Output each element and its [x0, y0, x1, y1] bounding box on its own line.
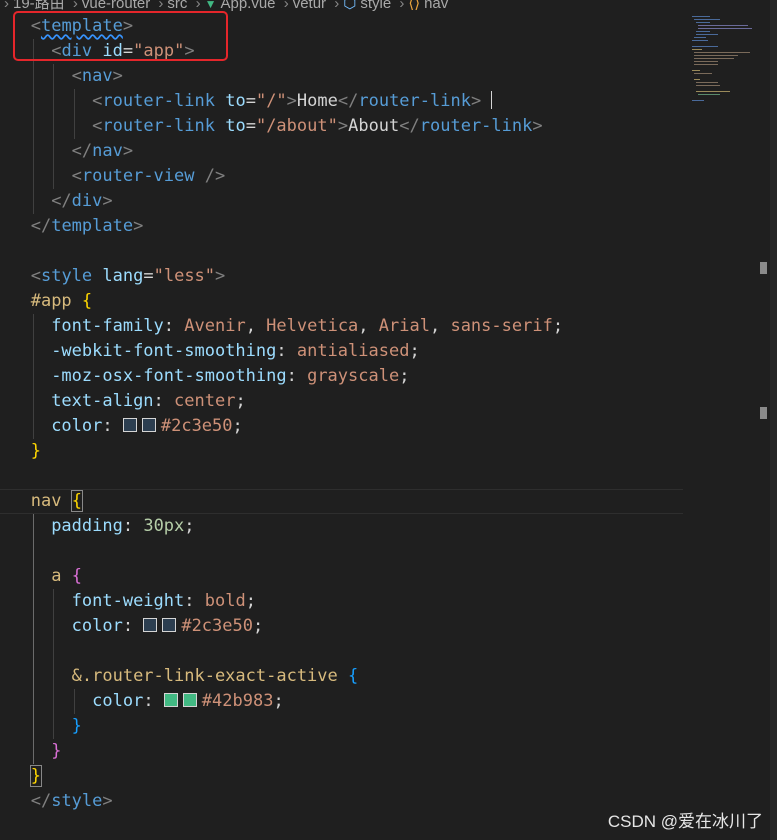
minimap[interactable]	[688, 14, 756, 104]
code-line: &.router-link-exact-active {	[71, 666, 359, 686]
code-line: -moz-osx-font-smoothing: grayscale;	[51, 366, 410, 386]
code-line: #app {	[30, 291, 93, 311]
chevron-right-icon: ›	[283, 0, 289, 12]
code-line: </div>	[51, 191, 113, 211]
cube-icon: ⬡	[343, 0, 357, 12]
chevron-right-icon: ›	[4, 0, 9, 12]
text-cursor	[491, 91, 493, 109]
code-editor[interactable]: <template> <div id="app"> <nav> <router-…	[0, 14, 690, 840]
code-line: <router-link to="/">Home</router-link>	[0, 89, 690, 114]
code-line: -webkit-font-smoothing: antialiased;	[51, 341, 420, 361]
code-line: font-weight: bold;	[71, 591, 256, 611]
code-line: </style>	[30, 791, 113, 811]
code-line: a {	[51, 566, 82, 586]
red-annotation-box	[13, 11, 228, 61]
code-line: color: #42b983;	[92, 691, 284, 711]
code-line: }	[30, 441, 41, 461]
code-line: color: #2c3e50;	[51, 416, 243, 436]
scrollbar-marker	[760, 407, 767, 419]
code-line: }	[71, 716, 82, 736]
color-swatch[interactable]	[141, 418, 156, 432]
font-family-value: Avenir, Helvetica, Arial, sans-serif;	[184, 316, 564, 336]
color-swatch[interactable]	[182, 693, 197, 707]
code-line: </nav>	[71, 141, 134, 161]
breadcrumb-item-vetur[interactable]: vetur	[293, 0, 326, 12]
code-line: color: #2c3e50;	[71, 616, 264, 636]
color-swatch[interactable]	[143, 618, 158, 632]
color-swatch[interactable]	[162, 618, 177, 632]
code-line: nav {	[30, 490, 83, 512]
code-line: }	[29, 765, 42, 787]
breadcrumb-item-nav[interactable]: nav	[424, 0, 448, 12]
code-line: padding: 30px;	[51, 516, 195, 536]
breadcrumb-item-style[interactable]: style	[360, 0, 391, 12]
code-line: <router-link to="/about">About</router-l…	[92, 116, 543, 136]
breadcrumb-item-app-vue[interactable]: App.vue	[220, 0, 275, 12]
tag-icon: ⟨⟩	[408, 0, 421, 12]
vertical-scrollbar[interactable]	[756, 0, 770, 840]
code-line: font-family: Avenir, Helvetica, Arial, s…	[51, 316, 564, 336]
code-line: <router-view />	[71, 166, 226, 186]
code-line: }	[51, 741, 62, 761]
code-line: text-align: center;	[51, 391, 246, 411]
code-line: <nav>	[71, 66, 123, 86]
scrollbar-marker	[760, 262, 767, 274]
watermark: CSDN @爱在冰川了	[607, 812, 763, 831]
chevron-right-icon: ›	[334, 0, 340, 12]
code-line: <style lang="less">	[30, 266, 226, 286]
chevron-right-icon: ›	[399, 0, 405, 12]
window-edge	[770, 0, 777, 840]
code-line: </template>	[30, 216, 144, 236]
color-swatch[interactable]	[163, 693, 178, 707]
vue-logo-icon: ▼	[204, 0, 217, 11]
color-swatch[interactable]	[122, 418, 137, 432]
